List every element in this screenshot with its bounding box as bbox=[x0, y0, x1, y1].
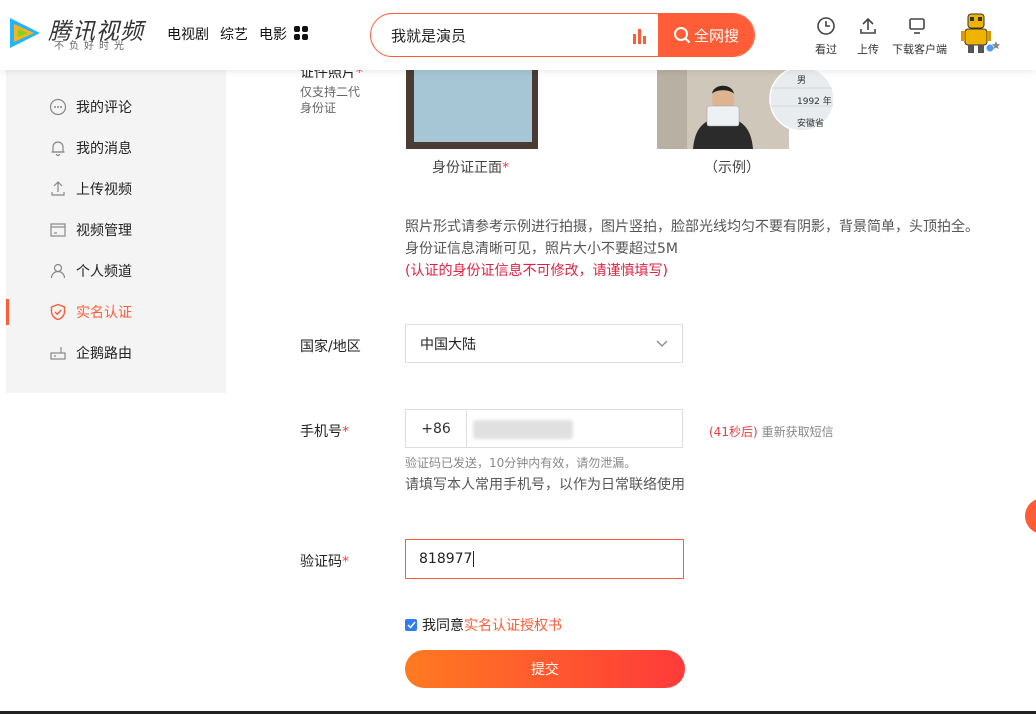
phone-field[interactable]: +86 bbox=[405, 409, 683, 448]
nav-movies[interactable]: 电影 bbox=[259, 24, 287, 44]
download-client-label: 下载客户端 bbox=[892, 43, 947, 56]
phone-hint: 请填写本人常用手机号，以作为日常联络使用 bbox=[405, 477, 685, 493]
sidebar-item-label: 个人频道 bbox=[76, 264, 132, 280]
upload-icon bbox=[860, 17, 876, 34]
sidebar-item-comments[interactable]: 我的评论 bbox=[6, 94, 226, 120]
sidebar-item-real-name-auth[interactable]: 实名认证 bbox=[6, 299, 226, 325]
submit-button[interactable]: 提交 bbox=[405, 650, 685, 688]
sidebar-item-label: 我的消息 bbox=[76, 141, 132, 157]
sms-countdown: (41秒后) bbox=[709, 425, 758, 439]
agree-checkbox[interactable] bbox=[405, 619, 417, 631]
resend-sms-link: 重新获取短信 bbox=[761, 425, 834, 439]
tencent-video-logo[interactable]: 腾讯视频 不负好时光 bbox=[6, 12, 146, 54]
agreement-row: 我同意 实名认证授权书 bbox=[405, 615, 562, 635]
search-icon bbox=[673, 27, 691, 44]
monitor-icon bbox=[909, 18, 925, 34]
region-select[interactable]: 中国大陆 bbox=[405, 324, 683, 363]
play-logo-icon bbox=[10, 18, 40, 48]
photo-warning: (认证的身份证信息不可修改，请谨慎填写) bbox=[405, 263, 668, 279]
chevron-down-icon bbox=[656, 340, 668, 347]
example-id-birth-year: 1992 年 bbox=[797, 97, 832, 107]
sms-resend[interactable]: (41秒后) 重新获取短信 bbox=[709, 423, 834, 440]
upload-icon bbox=[48, 179, 68, 199]
id-front-caption: 身份证正面* bbox=[432, 160, 509, 176]
example-id-province: 安徽省 bbox=[797, 119, 825, 129]
country-code[interactable]: +86 bbox=[406, 410, 467, 447]
clock-icon bbox=[817, 17, 835, 35]
verification-code-value: 818977 bbox=[419, 551, 473, 567]
nav-tv-series[interactable]: 电视剧 bbox=[167, 24, 209, 44]
phone-number-masked bbox=[473, 420, 573, 439]
example-id-gender: 男 bbox=[797, 76, 807, 86]
bell-icon bbox=[48, 138, 68, 158]
user-icon bbox=[48, 261, 68, 281]
comment-icon bbox=[48, 97, 68, 117]
more-categories-icon[interactable] bbox=[294, 26, 308, 40]
top-header: 腾讯视频 不负好时光 电视剧 综艺 电影 全网搜 看过 bbox=[0, 0, 1036, 70]
id-front-image bbox=[414, 70, 532, 142]
shield-check-icon bbox=[48, 302, 68, 322]
sidebar-item-label: 企鹅路由 bbox=[76, 346, 132, 362]
router-icon bbox=[48, 343, 68, 363]
upload-button[interactable]: 上传 bbox=[843, 16, 893, 57]
search-bar: 全网搜 bbox=[370, 13, 755, 57]
nav-variety[interactable]: 综艺 bbox=[220, 24, 248, 44]
id-front-photo[interactable] bbox=[406, 70, 538, 149]
search-input[interactable] bbox=[389, 23, 629, 47]
video-manage-icon bbox=[48, 220, 68, 240]
example-caption: （示例） bbox=[704, 160, 760, 176]
search-button[interactable]: 全网搜 bbox=[658, 14, 754, 56]
verification-code-input[interactable]: 818977 bbox=[405, 539, 684, 579]
sidebar-item-label: 视频管理 bbox=[76, 223, 132, 239]
user-avatar[interactable] bbox=[960, 12, 1000, 54]
download-client-button[interactable]: 下载客户端 bbox=[892, 16, 947, 57]
text-caret bbox=[473, 551, 475, 567]
sidebar-item-label: 我的评论 bbox=[76, 100, 132, 116]
agree-prefix: 我同意 bbox=[422, 618, 464, 634]
phone-label: 手机号* bbox=[300, 424, 349, 440]
photo-hint-line1: 照片形式请参考示例进行拍摄，图片竖拍，脸部光线均匀不要有阴影，背景简单，头顶拍全… bbox=[405, 219, 979, 235]
logo-slogan: 不负好时光 bbox=[54, 41, 129, 52]
search-button-label: 全网搜 bbox=[693, 26, 739, 45]
check-icon bbox=[406, 621, 416, 629]
sidebar-item-video-manage[interactable]: 视频管理 bbox=[6, 217, 226, 243]
sidebar-item-penguin-router[interactable]: 企鹅路由 bbox=[6, 340, 226, 366]
sms-sent-note: 验证码已发送，10分钟内有效，请勿泄漏。 bbox=[405, 456, 637, 470]
code-label: 验证码* bbox=[300, 554, 349, 570]
floating-action-button[interactable] bbox=[1025, 498, 1036, 534]
sidebar-item-messages[interactable]: 我的消息 bbox=[6, 135, 226, 161]
authorization-link[interactable]: 实名认证授权书 bbox=[464, 615, 562, 635]
sidebar-item-label: 上传视频 bbox=[76, 182, 132, 198]
sidebar-item-label: 实名认证 bbox=[76, 305, 132, 321]
sidebar-item-upload-video[interactable]: 上传视频 bbox=[6, 176, 226, 202]
photo-note: 仅支持二代 身份证 bbox=[300, 85, 361, 115]
photo-hint-line2: 身份证信息清晰可见，照片大小不要超过5M bbox=[405, 241, 678, 257]
hot-bars-icon[interactable] bbox=[632, 28, 648, 44]
left-sidebar: 我的评论 我的消息 上传视频 视频管理 个人频道 实名认证 企鹅路由 bbox=[6, 55, 226, 393]
region-select-value: 中国大陆 bbox=[420, 336, 476, 353]
main-nav: 电视剧 综艺 电影 bbox=[167, 24, 287, 44]
region-label: 国家/地区 bbox=[300, 339, 361, 355]
upload-label: 上传 bbox=[857, 43, 879, 56]
sidebar-item-personal-channel[interactable]: 个人频道 bbox=[6, 258, 226, 284]
